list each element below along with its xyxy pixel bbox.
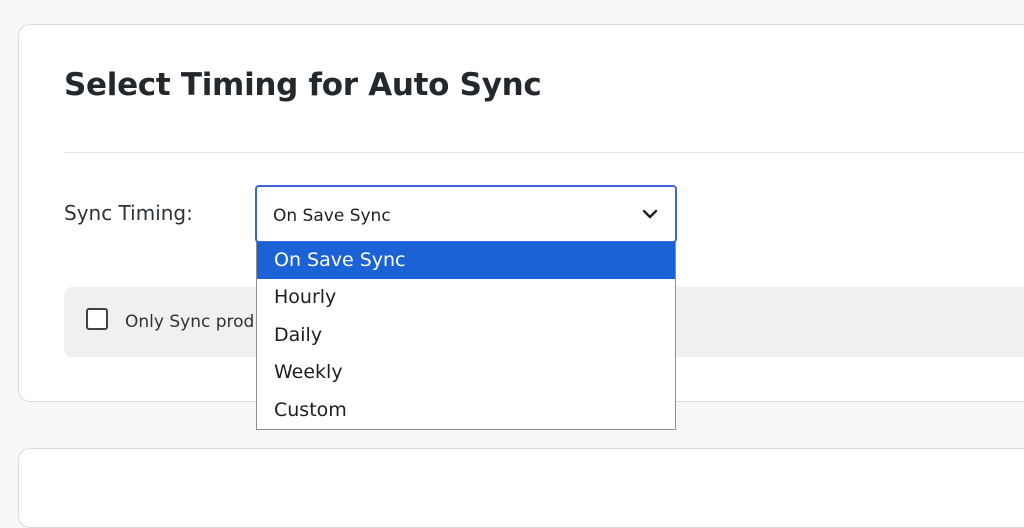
dropdown-option-custom[interactable]: Custom bbox=[257, 392, 675, 429]
dropdown-option-daily[interactable]: Daily bbox=[257, 317, 675, 354]
secondary-card bbox=[18, 448, 1024, 528]
chevron-down-icon bbox=[642, 209, 658, 219]
sync-timing-select[interactable]: On Save Sync bbox=[255, 185, 677, 243]
only-sync-label: Only Sync prod bbox=[125, 312, 255, 332]
dropdown-option-weekly[interactable]: Weekly bbox=[257, 354, 675, 391]
dropdown-option-on-save-sync[interactable]: On Save Sync bbox=[257, 242, 675, 280]
sync-timing-dropdown: On Save Sync Hourly Daily Weekly Custom bbox=[256, 242, 676, 430]
divider bbox=[64, 152, 1024, 153]
page-title: Select Timing for Auto Sync bbox=[64, 67, 542, 103]
sync-timing-label: Sync Timing: bbox=[64, 201, 193, 225]
sync-timing-selected-value: On Save Sync bbox=[273, 206, 391, 226]
only-sync-checkbox[interactable] bbox=[86, 308, 108, 330]
dropdown-option-hourly[interactable]: Hourly bbox=[257, 279, 675, 316]
